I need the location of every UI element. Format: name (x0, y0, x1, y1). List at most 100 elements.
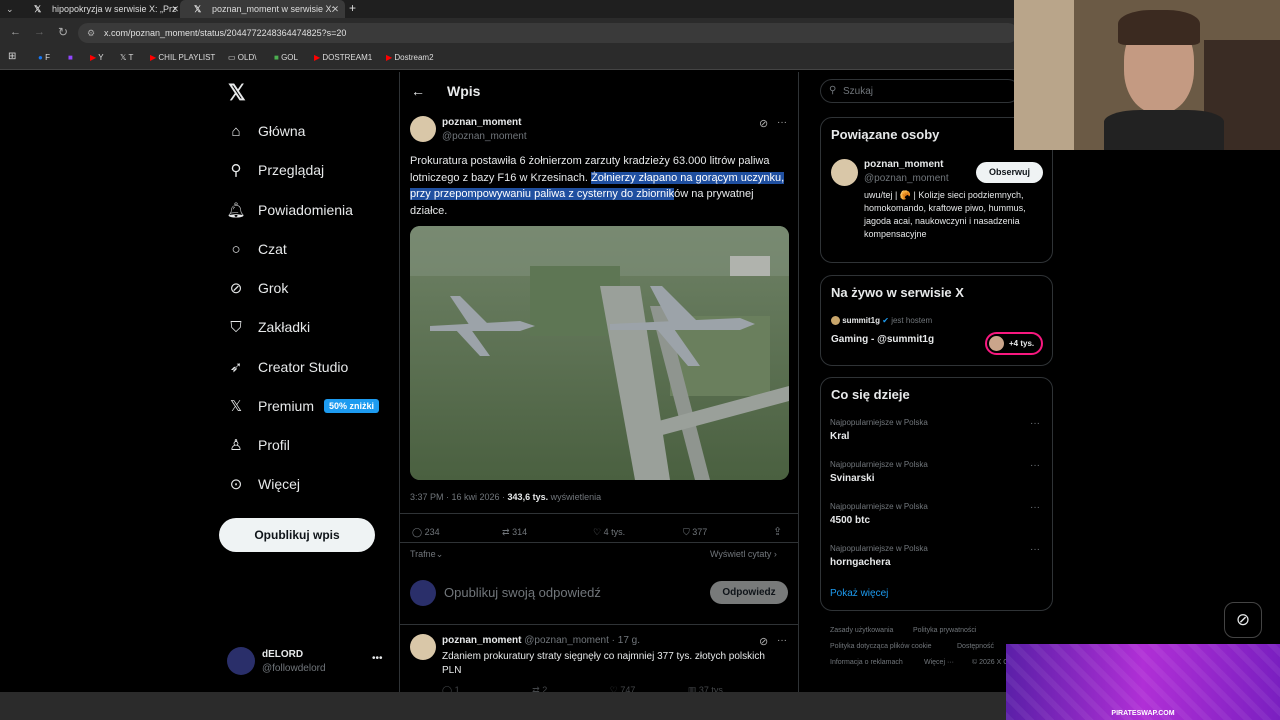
webcam-shirt (1104, 110, 1224, 150)
repost-action[interactable]: ⇄ 314 (502, 527, 527, 538)
back-arrow-icon[interactable]: ← (411, 83, 425, 99)
tab-2-title: poznan_moment w serwisie X: (212, 4, 335, 14)
grok-floating-button[interactable]: ⊘ (1224, 602, 1262, 638)
publish-post-button[interactable]: Opublikuj wpis (219, 518, 375, 552)
more-dots-icon[interactable]: ··· (1030, 418, 1040, 429)
live-viewers-pill[interactable]: +4 tys. (985, 332, 1043, 355)
tab-1[interactable]: 𝕏 hipopokryzja w serwisie X: „Prz ✕ (20, 0, 185, 18)
account-handle: @followdelord (262, 663, 326, 674)
footer-link[interactable]: Więcej ··· (924, 659, 954, 666)
bookmark-old[interactable]: ▭ OLD\ (228, 53, 256, 62)
site-info-icon[interactable]: ⚙ (87, 23, 95, 43)
share-icon[interactable]: ⇪ (773, 525, 782, 538)
author-name[interactable]: poznan_moment (442, 117, 521, 128)
view-quotes-link[interactable]: Wyświetl cytaty › (710, 549, 777, 559)
reply-input[interactable]: Opublikuj swoją odpowiedź (444, 585, 601, 600)
url-field[interactable]: ⚙ x.com/poznan_moment/status/20447722483… (78, 23, 1018, 43)
bookmark-label: CHIL PLAYLIST (158, 53, 216, 62)
grok-icon[interactable]: ⊘ (759, 635, 768, 648)
nav-creator-studio[interactable]: ➶ Creator Studio (226, 352, 349, 382)
bookmark-gol[interactable]: ■ GOL (274, 53, 298, 62)
tab-2-active[interactable]: 𝕏 poznan_moment w serwisie X: ✕ (180, 0, 345, 18)
nav-profile[interactable]: ♙ Profil (226, 430, 290, 460)
reply-author-name[interactable]: poznan_moment (442, 635, 521, 646)
more-dots-icon[interactable]: ··· (777, 635, 787, 646)
webcam-window (1014, 0, 1074, 150)
x-favicon-icon: 𝕏 (194, 4, 202, 14)
nav-label: Czat (258, 241, 287, 257)
bookmark-label: DOSTREAM1 (322, 53, 373, 62)
forward-icon[interactable]: → (34, 26, 45, 38)
like-action[interactable]: ♡ 4 tys. (593, 527, 625, 538)
bookmark-dostream1[interactable]: ▶ DOSTREAM1 (314, 53, 372, 62)
trend-item[interactable]: Najpopularniejsze w Polska Kral ··· (830, 418, 1040, 442)
close-icon[interactable]: ✕ (171, 0, 179, 18)
author-avatar[interactable] (410, 116, 436, 142)
post-timestamp[interactable]: 3:37 PM · 16 kwi 2026 · (410, 492, 508, 502)
bookmark-chil-playlist[interactable]: ▶ CHIL PLAYLIST (150, 53, 215, 62)
nav-home[interactable]: ⌂ Główna (226, 116, 305, 146)
avatar[interactable] (831, 159, 858, 186)
reply-action[interactable]: ◯ 234 (412, 527, 440, 538)
back-icon[interactable]: ← (10, 26, 21, 38)
nav-chat[interactable]: ○ Czat (226, 234, 287, 264)
related-handle[interactable]: @poznan_moment (864, 173, 949, 184)
nav-label: Creator Studio (258, 359, 349, 375)
grok-icon[interactable]: ⊘ (759, 117, 768, 130)
sort-dropdown[interactable]: Trafne⌄ (410, 549, 443, 560)
footer-link[interactable]: Informacja o reklamach (830, 659, 903, 666)
nav-premium[interactable]: 𝕏 Premium 50% zniżki (226, 391, 380, 421)
more-dots-icon[interactable]: ··· (777, 117, 787, 128)
stream-title[interactable]: Gaming - @summit1g (831, 334, 934, 345)
tab-list-chevron-icon[interactable]: ⌄ (6, 0, 14, 18)
author-handle[interactable]: @poznan_moment (442, 131, 527, 142)
gol-icon: ■ (274, 53, 279, 62)
bookmark-f[interactable]: ● F (38, 53, 50, 62)
post-image[interactable] (410, 226, 789, 480)
live-host[interactable]: summit1g ✔ jest hostem (831, 316, 932, 326)
bookmark-dostream2[interactable]: ▶ Dostream2 (386, 53, 434, 62)
main-column: ← Wpis poznan_moment @poznan_moment ⊘ ··… (399, 72, 799, 695)
nav-grok[interactable]: ⊘ Grok (226, 273, 289, 303)
nav-bookmarks[interactable]: ⛉ Zakładki (226, 312, 310, 342)
nav-label: Główna (258, 123, 306, 139)
banner-text: PIRATESWAP.COM (1111, 710, 1175, 717)
footer-link[interactable]: Polityka prywatności (913, 627, 976, 634)
bookmark-twitch[interactable]: ■ (68, 53, 73, 62)
bookmark-t[interactable]: 𝕏 T (120, 53, 133, 62)
footer-link[interactable]: Polityka dotycząca plików cookie (830, 643, 932, 650)
bookmark-action[interactable]: ⛉ 377 (683, 527, 707, 538)
more-dots-icon[interactable]: ··· (1030, 460, 1040, 471)
reply-post-header: poznan_moment @poznan_moment · 17 g. (442, 635, 640, 646)
follow-button[interactable]: Obserwuj (976, 162, 1043, 183)
reply-button[interactable]: Odpowiedz (710, 581, 788, 604)
bookmark-y[interactable]: ▶ Y (90, 53, 104, 62)
nav-explore[interactable]: ⚲ Przeglądaj (226, 155, 325, 185)
like-count: 4 tys. (603, 527, 626, 537)
footer-link[interactable]: Zasady użytkowania (830, 627, 893, 634)
reload-icon[interactable]: ↻ (58, 25, 68, 39)
more-dots-icon[interactable]: ••• (372, 653, 383, 664)
show-more-link[interactable]: Pokaż więcej (830, 588, 888, 599)
footer-link[interactable]: Dostępność (957, 643, 994, 650)
search-input[interactable]: ⚲ Szukaj (820, 79, 1020, 103)
account-switcher[interactable]: dELORD @followdelord ••• (227, 647, 387, 677)
post-meta: 3:37 PM · 16 kwi 2026 · 343,6 tys. wyświ… (410, 492, 601, 502)
trend-item[interactable]: Najpopularniejsze w Polska 4500 btc ··· (830, 502, 1040, 526)
trend-item[interactable]: Najpopularniejsze w Polska horngachera ··· (830, 544, 1040, 568)
x-logo-icon[interactable]: 𝕏 (228, 80, 246, 106)
reply-author-handle[interactable]: @poznan_moment · 17 g. (524, 635, 640, 646)
chat-icon: ○ (231, 240, 241, 258)
reply-author-avatar[interactable] (410, 634, 436, 660)
nav-notifications[interactable]: 🔔︎ Powiadomienia (226, 195, 352, 225)
close-icon[interactable]: ✕ (331, 0, 339, 18)
more-dots-icon[interactable]: ··· (1030, 544, 1040, 555)
repost-icon: ⇄ (502, 527, 510, 537)
my-avatar (410, 580, 436, 606)
new-tab-button[interactable]: + (349, 0, 356, 16)
more-dots-icon[interactable]: ··· (1030, 502, 1040, 513)
trend-item[interactable]: Najpopularniejsze w Polska Svinarski ··· (830, 460, 1040, 484)
nav-more[interactable]: ⊙ Więcej (226, 469, 300, 499)
related-name[interactable]: poznan_moment (864, 159, 943, 170)
apps-grid-icon[interactable]: ⊞ (8, 51, 16, 62)
